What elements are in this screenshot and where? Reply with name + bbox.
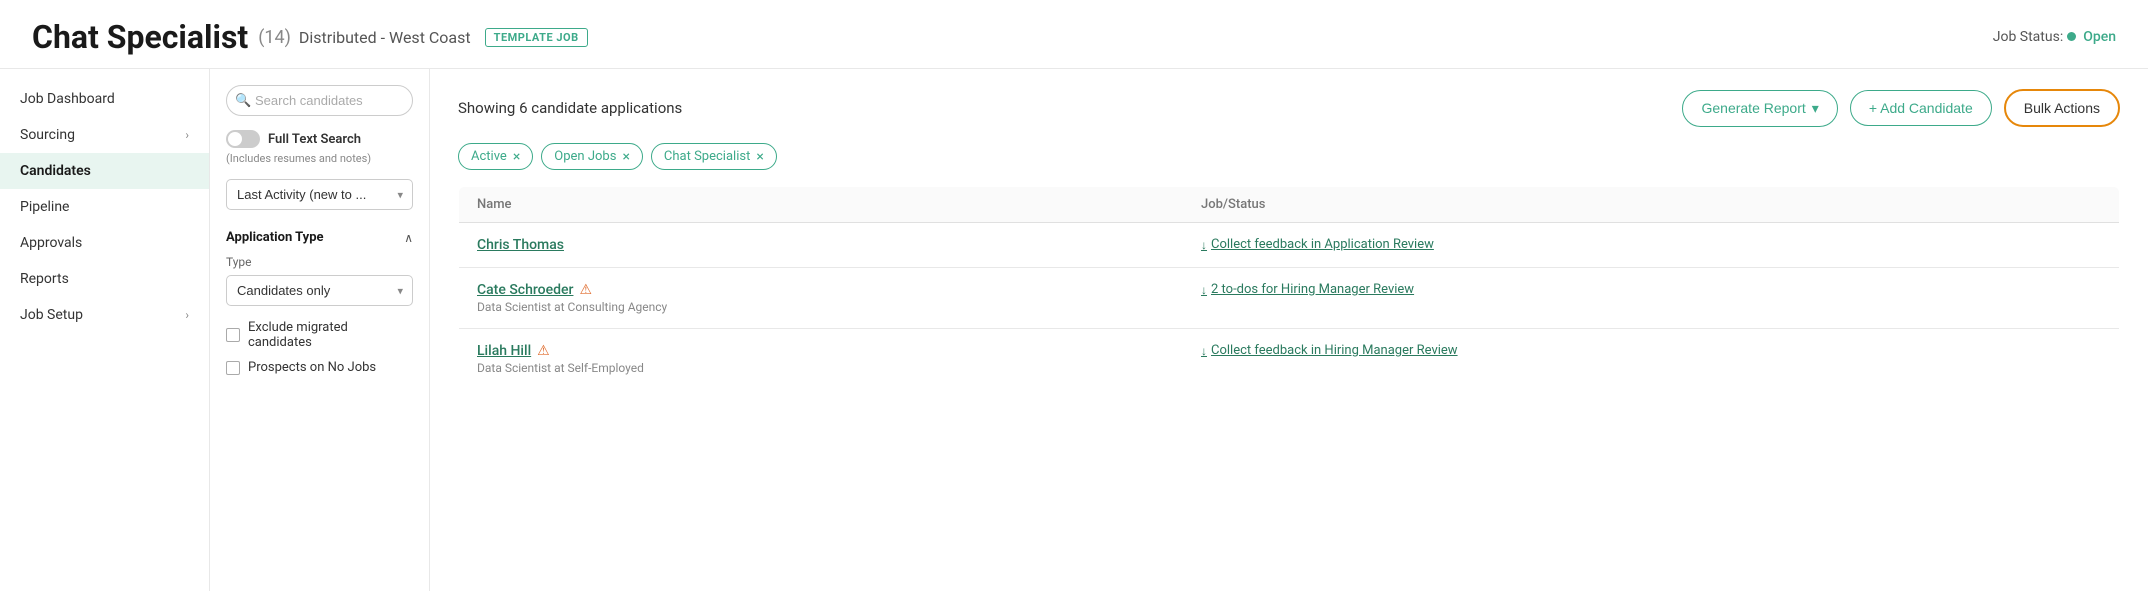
candidate-name[interactable]: Chris Thomas xyxy=(477,237,564,253)
down-arrow-icon: ↓ xyxy=(1201,344,1207,358)
exclude-migrated-label: Exclude migrated candidates xyxy=(248,320,413,350)
full-text-search-label: Full Text Search xyxy=(268,132,361,147)
job-status-link[interactable]: ↓ Collect feedback in Hiring Manager Rev… xyxy=(1201,343,2101,358)
page-title: Chat Specialist xyxy=(32,18,248,56)
type-select-wrap: Candidates only All Prospects only ▾ xyxy=(226,275,413,306)
down-arrow-icon: ↓ xyxy=(1201,238,1207,252)
sidebar-item-candidates[interactable]: Candidates xyxy=(0,153,209,189)
chip-active-label: Active xyxy=(471,149,507,164)
job-status-cell: ↓ Collect feedback in Application Review xyxy=(1183,223,2119,268)
showing-text: Showing 6 candidate applications xyxy=(458,99,682,117)
dropdown-chevron-icon: ▾ xyxy=(1812,100,1819,117)
table-row: Chris Thomas ↓ Collect feedback in Appli… xyxy=(459,223,2120,268)
sidebar-item-pipeline[interactable]: Pipeline xyxy=(0,189,209,225)
candidate-table: Name Job/Status Chris Thomas ↓ Coll xyxy=(458,186,2120,390)
sort-select-wrap: Last Activity (new to ... Last Activity … xyxy=(226,179,413,210)
warning-icon: ⚠ xyxy=(537,343,550,359)
sidebar: Job Dashboard Sourcing › Candidates Pipe… xyxy=(0,69,210,591)
name-row: Cate Schroeder ⚠ xyxy=(477,282,1165,298)
application-type-header: Application Type ∧ xyxy=(226,230,413,245)
down-arrow-icon: ↓ xyxy=(1201,283,1207,297)
exclude-migrated-row[interactable]: Exclude migrated candidates xyxy=(226,320,413,350)
sidebar-item-approvals[interactable]: Approvals xyxy=(0,225,209,261)
application-type-title: Application Type xyxy=(226,230,324,245)
main-content: Showing 6 candidate applications Generat… xyxy=(430,69,2148,591)
sidebar-item-job-setup[interactable]: Job Setup › xyxy=(0,297,209,333)
search-icon: 🔍 xyxy=(235,93,251,108)
status-dot-icon xyxy=(2067,32,2076,41)
search-wrap: 🔍 xyxy=(226,85,413,116)
full-text-search-toggle[interactable] xyxy=(226,130,260,148)
filter-chips: Active × Open Jobs × Chat Specialist × xyxy=(458,143,2120,170)
candidate-sub: Data Scientist at Self-Employed xyxy=(477,361,1165,375)
candidate-name[interactable]: Lilah Hill xyxy=(477,343,531,359)
chip-active-remove[interactable]: × xyxy=(513,150,520,164)
chip-chat-specialist-remove[interactable]: × xyxy=(756,150,763,164)
job-status-link[interactable]: ↓ 2 to-dos for Hiring Manager Review xyxy=(1201,282,2101,297)
page-header: Chat Specialist (14) Distributed - West … xyxy=(0,0,2148,69)
candidate-name-cell: Chris Thomas xyxy=(459,223,1184,268)
template-badge: TEMPLATE JOB xyxy=(485,28,588,47)
name-row: Chris Thomas xyxy=(477,237,1165,253)
add-candidate-label: + Add Candidate xyxy=(1869,100,1973,116)
candidate-name[interactable]: Cate Schroeder xyxy=(477,282,573,298)
sort-select[interactable]: Last Activity (new to ... Last Activity … xyxy=(226,179,413,210)
sidebar-item-sourcing[interactable]: Sourcing › xyxy=(0,117,209,153)
job-status: Job Status: Open xyxy=(1993,29,2116,45)
full-text-search-sub: (Includes resumes and notes) xyxy=(226,152,413,165)
prospects-no-jobs-checkbox[interactable] xyxy=(226,361,240,375)
status-value: Open xyxy=(2083,29,2116,45)
table-row: Lilah Hill ⚠ Data Scientist at Self-Empl… xyxy=(459,329,2120,390)
candidate-count: (14) xyxy=(258,27,291,48)
status-label: Job Status: xyxy=(1993,29,2063,45)
search-input[interactable] xyxy=(226,85,413,116)
type-select[interactable]: Candidates only All Prospects only xyxy=(226,275,413,306)
section-chevron-icon[interactable]: ∧ xyxy=(404,231,413,245)
toggle-knob xyxy=(228,132,242,146)
top-actions: Generate Report ▾ + Add Candidate Bulk A… xyxy=(1682,89,2120,127)
job-status-link[interactable]: ↓ Collect feedback in Application Review xyxy=(1201,237,2101,252)
top-bar: Showing 6 candidate applications Generat… xyxy=(458,89,2120,127)
full-text-toggle-row: Full Text Search xyxy=(226,130,413,148)
col-job-status: Job/Status xyxy=(1183,187,2119,223)
chip-open-jobs: Open Jobs × xyxy=(541,143,643,170)
chip-chat-specialist-label: Chat Specialist xyxy=(664,149,750,164)
sidebar-item-reports[interactable]: Reports xyxy=(0,261,209,297)
job-status-cell: ↓ Collect feedback in Hiring Manager Rev… xyxy=(1183,329,2119,390)
table-row: Cate Schroeder ⚠ Data Scientist at Consu… xyxy=(459,268,2120,329)
job-status-cell: ↓ 2 to-dos for Hiring Manager Review xyxy=(1183,268,2119,329)
prospects-no-jobs-row[interactable]: Prospects on No Jobs xyxy=(226,360,413,375)
bulk-actions-button[interactable]: Bulk Actions xyxy=(2004,89,2120,127)
bulk-actions-label: Bulk Actions xyxy=(2024,100,2100,116)
chip-active: Active × xyxy=(458,143,533,170)
main-layout: Job Dashboard Sourcing › Candidates Pipe… xyxy=(0,69,2148,591)
chevron-right-icon: › xyxy=(185,308,189,322)
type-label: Type xyxy=(226,255,413,269)
chip-open-jobs-remove[interactable]: × xyxy=(622,150,629,164)
prospects-no-jobs-label: Prospects on No Jobs xyxy=(248,360,376,375)
generate-report-label: Generate Report xyxy=(1701,100,1805,116)
job-location: Distributed - West Coast xyxy=(299,28,471,47)
candidate-sub: Data Scientist at Consulting Agency xyxy=(477,300,1165,314)
candidate-name-cell: Lilah Hill ⚠ Data Scientist at Self-Empl… xyxy=(459,329,1184,390)
name-row: Lilah Hill ⚠ xyxy=(477,343,1165,359)
sidebar-item-job-dashboard[interactable]: Job Dashboard xyxy=(0,81,209,117)
filter-panel: 🔍 Full Text Search (Includes resumes and… xyxy=(210,69,430,591)
add-candidate-button[interactable]: + Add Candidate xyxy=(1850,90,1992,126)
warning-icon: ⚠ xyxy=(579,282,592,298)
col-name: Name xyxy=(459,187,1184,223)
candidate-name-cell: Cate Schroeder ⚠ Data Scientist at Consu… xyxy=(459,268,1184,329)
chip-chat-specialist: Chat Specialist × xyxy=(651,143,777,170)
chip-open-jobs-label: Open Jobs xyxy=(554,149,616,164)
exclude-migrated-checkbox[interactable] xyxy=(226,328,240,342)
generate-report-button[interactable]: Generate Report ▾ xyxy=(1682,90,1837,127)
chevron-right-icon: › xyxy=(185,128,189,142)
